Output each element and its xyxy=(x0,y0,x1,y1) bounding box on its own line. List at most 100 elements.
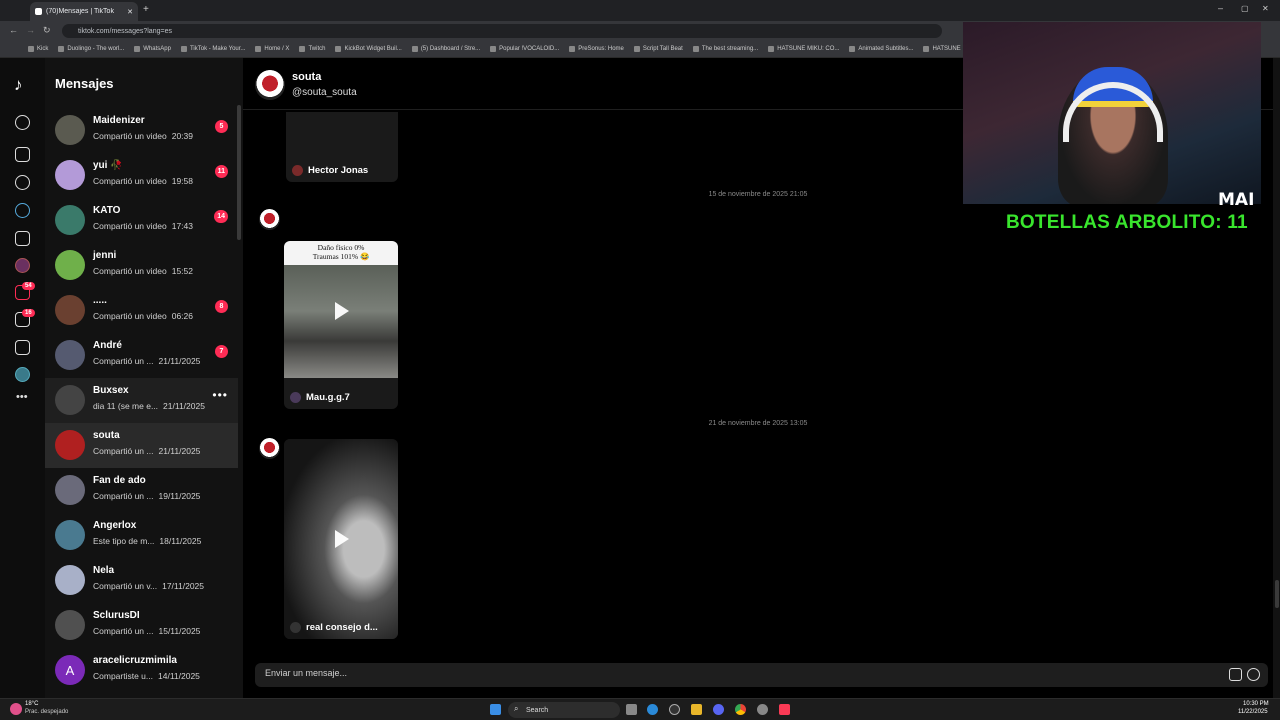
conversation-preview: Compartió un v... 17/11/2025 xyxy=(93,581,204,591)
bookmark-item[interactable]: Script Tall Beat xyxy=(633,46,683,52)
conversation-item[interactable]: ..... Compartió un video 06:26 8 xyxy=(45,288,238,333)
clock-time[interactable]: 10:30 PM xyxy=(1243,701,1269,707)
minimize-icon[interactable]: – xyxy=(1218,3,1223,13)
conversation-item[interactable]: souta Compartió un ... 21/11/2025 xyxy=(45,423,238,468)
close-tab-icon[interactable]: ✕ xyxy=(127,8,133,16)
bookmark-item[interactable]: Animated Subtitles... xyxy=(849,46,913,52)
friends-icon[interactable] xyxy=(15,258,30,273)
unread-count-badge: 14 xyxy=(214,210,228,223)
start-icon[interactable] xyxy=(490,704,501,715)
shared-video-card[interactable]: Daño físico 0% Traumas 101% 😂 Mau.g.g.7 xyxy=(284,241,398,409)
conversation-preview: Compartió un ... 21/11/2025 xyxy=(93,356,200,366)
conversation-name: yui 🥀 xyxy=(93,160,123,171)
forward-icon[interactable]: → xyxy=(26,25,35,35)
more-menu-icon[interactable]: ••• xyxy=(16,391,28,403)
shared-video-card[interactable]: real consejo d... xyxy=(284,439,398,639)
back-icon[interactable]: ← xyxy=(9,25,18,35)
bookmark-item[interactable]: Home / X xyxy=(255,46,289,52)
play-icon[interactable] xyxy=(335,302,349,320)
music-icon[interactable] xyxy=(779,704,790,715)
bookmark-item[interactable]: TikTok - Make Your... xyxy=(180,46,245,52)
chat-avatar[interactable] xyxy=(255,70,285,100)
discord-icon[interactable] xyxy=(713,704,724,715)
bookmark-item[interactable]: The best streaming... xyxy=(692,46,758,52)
conversation-item[interactable]: Aaracelicruzmimila Compartiste u... 14/11/… xyxy=(45,648,238,693)
bookmark-item[interactable]: WhatsApp xyxy=(134,46,171,52)
weather-temp: 18°C xyxy=(25,701,39,707)
settings-icon[interactable] xyxy=(757,704,768,715)
preview-time: 21/11/2025 xyxy=(158,356,201,366)
task-view-icon[interactable] xyxy=(626,704,637,715)
bookmark-favicon-icon xyxy=(134,46,141,52)
bookmark-item[interactable]: KickBot Widget Buil... xyxy=(335,46,402,52)
following-icon[interactable] xyxy=(15,231,30,246)
search-icon: ⌕ xyxy=(514,704,519,713)
bookmark-item[interactable]: HATSUNE xyxy=(923,46,961,52)
conversation-item[interactable]: jenni Compartió un video 15:52 xyxy=(45,243,238,288)
sidebar-scrollbar[interactable] xyxy=(237,105,241,240)
upload-icon[interactable] xyxy=(15,340,30,355)
bookmark-item[interactable]: Popular !VOCALOID... xyxy=(490,46,559,52)
conversation-item[interactable]: SclurusDI Compartió un ... 15/11/2025 xyxy=(45,603,238,648)
profile-icon[interactable] xyxy=(15,367,30,382)
obs-icon[interactable] xyxy=(669,704,680,715)
bookmark-label: Kick xyxy=(37,46,49,52)
bookmark-label: WhatsApp xyxy=(143,46,171,52)
explore-icon[interactable] xyxy=(15,175,30,190)
conversation-item[interactable]: Fan de ado Compartió un ... 19/11/2025 xyxy=(45,468,238,513)
clock-date[interactable]: 11/22/2025 xyxy=(1238,709,1268,715)
address-bar[interactable]: tiktok.com/messages?lang=es xyxy=(62,24,942,38)
file-explorer-icon[interactable] xyxy=(691,704,702,715)
preview-time: 17:43 xyxy=(171,221,193,231)
reload-icon[interactable]: ↻ xyxy=(43,25,51,36)
conversation-item[interactable]: yui 🥀 Compartió un video 19:58 11 xyxy=(45,153,238,198)
bookmark-favicon-icon xyxy=(849,46,856,52)
conversation-item[interactable]: Buxsex dia 11 (se me e... 21/11/2025 ••• xyxy=(45,378,238,423)
chat-scrollbar[interactable] xyxy=(1275,580,1279,608)
conversation-item[interactable]: Maidenizer Compartió un video 20:39 5 xyxy=(45,108,238,153)
sender-avatar[interactable] xyxy=(259,209,280,230)
image-upload-icon[interactable] xyxy=(1229,668,1242,681)
play-icon[interactable] xyxy=(335,530,349,548)
chrome-icon[interactable] xyxy=(735,704,746,715)
conversation-item[interactable]: Angerlox Este tipo de m... 18/11/2025 xyxy=(45,513,238,558)
tiktok-logo-icon[interactable]: ♪ xyxy=(14,75,23,95)
new-tab-icon[interactable]: + xyxy=(143,4,149,15)
bookmark-favicon-icon xyxy=(923,46,930,52)
conversation-preview: Compartió un video 20:39 xyxy=(93,131,193,141)
home-icon[interactable] xyxy=(15,147,30,162)
message-input[interactable] xyxy=(265,668,1165,678)
close-window-icon[interactable]: ✕ xyxy=(1262,4,1269,13)
bookmark-item[interactable]: Twitch xyxy=(299,46,325,52)
conversation-item[interactable]: KATO Compartió un video 17:43 14 xyxy=(45,198,238,243)
conversation-item[interactable]: Nela Compartió un v... 17/11/2025 xyxy=(45,558,238,603)
tiktok-nav-rail: ♪ 54 16 ••• xyxy=(0,58,45,698)
bookmark-label: HATSUNE MIKU: CO... xyxy=(777,46,840,52)
edge-icon[interactable] xyxy=(647,704,658,715)
live-icon[interactable] xyxy=(15,203,30,218)
preview-text: Compartió un video xyxy=(93,221,167,231)
author-name: real consejo d... xyxy=(306,622,378,633)
sender-avatar[interactable] xyxy=(259,438,280,459)
bookmark-item[interactable]: Duolingo - The worl... xyxy=(58,46,124,52)
bookmark-favicon-icon xyxy=(569,46,576,52)
bookmark-item[interactable]: Kick xyxy=(28,46,48,52)
conversation-more-icon[interactable]: ••• xyxy=(212,388,228,402)
chat-name[interactable]: souta xyxy=(292,71,321,83)
conversation-preview: Compartiste u... 14/11/2025 xyxy=(93,671,200,681)
taskbar-search[interactable]: ⌕ Search xyxy=(508,702,620,718)
maximize-icon[interactable]: ▢ xyxy=(1241,4,1249,13)
bookmark-item[interactable]: HATSUNE MIKU: CO... xyxy=(768,46,839,52)
video-author: Hector Jonas xyxy=(292,165,368,176)
browser-tab[interactable]: (70)Mensajes | TikTok ✕ xyxy=(30,2,138,21)
search-icon[interactable] xyxy=(15,115,30,130)
unread-count-badge: 11 xyxy=(214,165,228,178)
emoji-icon[interactable] xyxy=(1247,668,1260,681)
bookmark-item[interactable]: PreSonus: Home xyxy=(569,46,624,52)
bookmark-item[interactable]: (5) Dashboard / Stre... xyxy=(411,46,480,52)
shared-video-card[interactable]: Hector Jonas xyxy=(286,112,398,182)
weather-icon[interactable] xyxy=(10,703,22,715)
search-label: Search xyxy=(526,706,549,714)
preview-time: 20:39 xyxy=(171,131,193,141)
conversation-item[interactable]: André Compartió un ... 21/11/2025 7 xyxy=(45,333,238,378)
